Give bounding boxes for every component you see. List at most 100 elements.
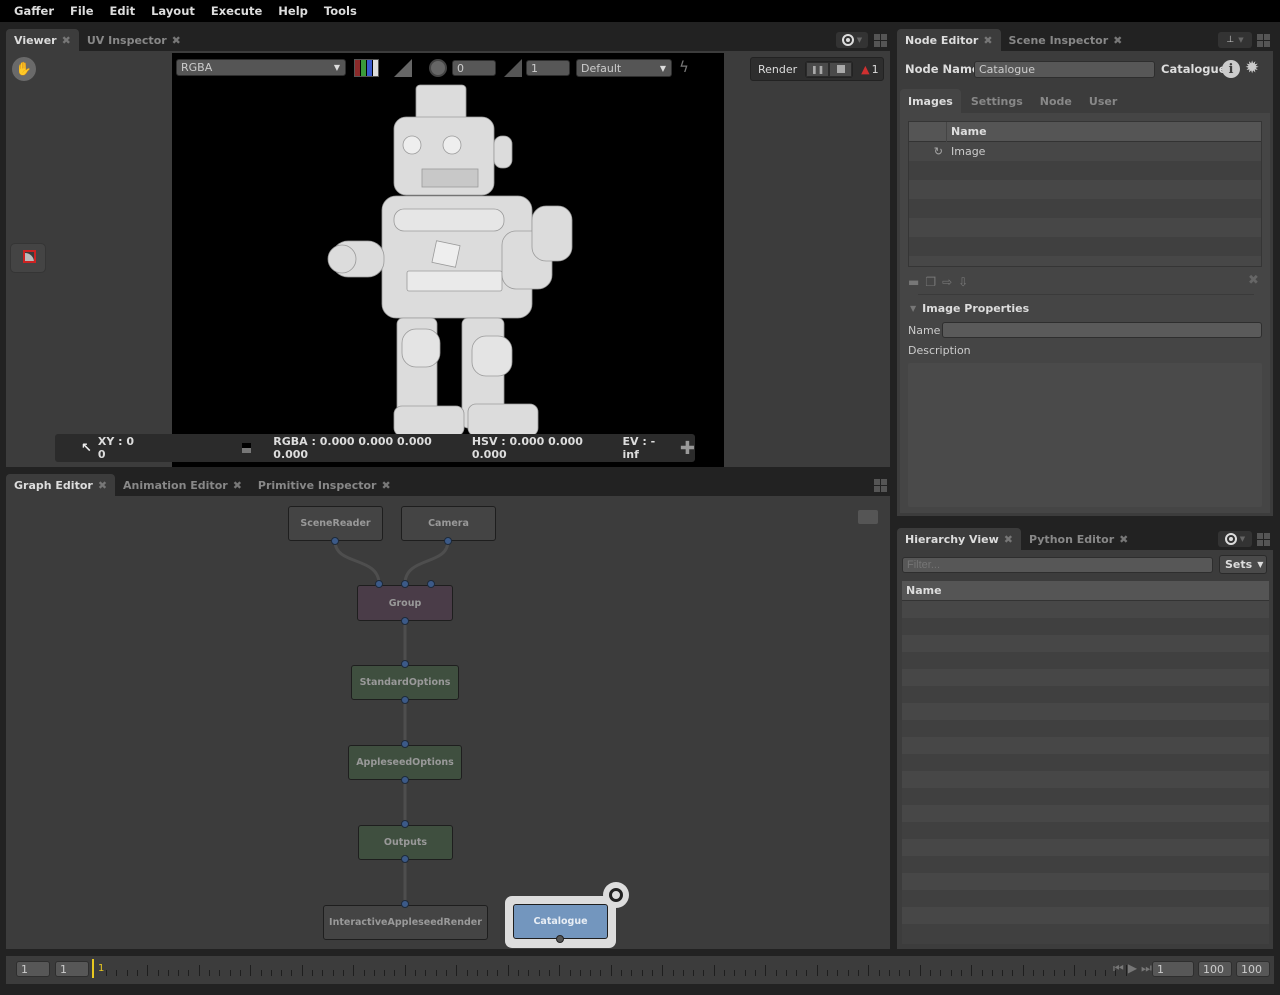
menu-file[interactable]: File — [62, 4, 102, 18]
display-transform-select[interactable]: Default ▼ — [576, 59, 672, 77]
close-icon[interactable]: ✖ — [1004, 533, 1013, 546]
plug-out[interactable] — [401, 617, 409, 625]
export-icon[interactable]: ⇨ — [942, 275, 952, 289]
node-catalogue[interactable]: Catalogue — [513, 904, 608, 939]
close-icon[interactable]: ✖ — [62, 34, 71, 47]
plug-out[interactable] — [444, 537, 452, 545]
plug-out[interactable] — [401, 696, 409, 704]
plug-out[interactable] — [556, 935, 564, 943]
info-icon[interactable]: i — [1222, 60, 1240, 78]
node-interactiveappleseedrender[interactable]: InteractiveAppleseedRender — [323, 905, 488, 940]
tab-node[interactable]: Node — [1033, 89, 1079, 113]
tab-node-editor[interactable]: Node Editor ✖ — [897, 29, 1001, 51]
filter-input[interactable] — [902, 557, 1213, 573]
node-standardoptions[interactable]: StandardOptions — [351, 665, 459, 700]
layout-grid-icon[interactable] — [874, 479, 887, 492]
tab-animation-editor[interactable]: Animation Editor ✖ — [115, 474, 250, 496]
gamma-field[interactable]: 1 — [526, 60, 570, 76]
start-frame-field[interactable]: 1 — [16, 961, 50, 977]
tab-python-editor[interactable]: Python Editor ✖ — [1021, 528, 1136, 550]
image-description-field[interactable] — [908, 363, 1262, 507]
play-icon[interactable]: ▶ — [1128, 961, 1137, 976]
layout-grid-icon[interactable] — [874, 34, 887, 47]
sets-dropdown[interactable]: Sets ▼ — [1219, 555, 1267, 574]
image-properties-header[interactable]: ▼ Image Properties — [910, 302, 1029, 315]
menu-execute[interactable]: Execute — [203, 4, 270, 18]
folder-icon[interactable]: ▬ — [908, 275, 919, 289]
gear-icon[interactable]: ✹ — [1245, 58, 1259, 78]
extract-icon[interactable]: ⇩ — [958, 275, 968, 289]
timeline-slider[interactable]: 1 — [92, 956, 1127, 984]
remove-image-icon[interactable]: ✖ — [1248, 273, 1259, 288]
close-icon[interactable]: ✖ — [1113, 34, 1122, 47]
tab-uv-inspector[interactable]: UV Inspector ✖ — [79, 29, 189, 51]
image-name-field[interactable] — [942, 322, 1262, 338]
channel-select[interactable]: RGBA ▼ — [176, 59, 346, 76]
tab-graph-editor[interactable]: Graph Editor ✖ — [6, 474, 116, 496]
plug-in[interactable] — [401, 660, 409, 668]
tab-viewer[interactable]: Viewer ✖ — [6, 29, 79, 51]
plug-out[interactable] — [331, 537, 339, 545]
pause-icon[interactable]: ❚❚ — [806, 61, 830, 77]
node-camera[interactable]: Camera — [401, 506, 496, 541]
node-editor-follow-menu[interactable]: ⊥ ▼ — [1218, 32, 1252, 48]
close-icon[interactable]: ✖ — [983, 34, 992, 47]
menu-tools[interactable]: Tools — [316, 4, 365, 18]
stop-icon[interactable] — [829, 61, 853, 77]
tab-primitive-inspector[interactable]: Primitive Inspector ✖ — [250, 474, 399, 496]
menu-layout[interactable]: Layout — [143, 4, 203, 18]
warning-icon[interactable]: ▲ — [861, 63, 869, 76]
end-frame-field[interactable]: 100 — [1236, 961, 1270, 977]
node-name-field[interactable]: Catalogue — [974, 61, 1155, 78]
layout-grid-icon[interactable] — [1257, 533, 1270, 546]
tab-hierarchy-view[interactable]: Hierarchy View ✖ — [897, 528, 1021, 550]
menu-gaffer[interactable]: Gaffer — [6, 4, 62, 18]
hand-tool-icon[interactable]: ✋ — [12, 57, 36, 81]
tab-user[interactable]: User — [1079, 89, 1127, 113]
channel-rgb-icon[interactable] — [354, 59, 379, 77]
range-end-field[interactable]: 100 — [1198, 961, 1232, 977]
viewer-camera-menu[interactable]: ▼ — [836, 32, 868, 48]
exposure-field[interactable]: 0 — [452, 60, 496, 76]
plug-out[interactable] — [401, 776, 409, 784]
node-group[interactable]: Group — [357, 585, 453, 621]
plug-in[interactable] — [427, 580, 435, 588]
plug-in[interactable] — [401, 820, 409, 828]
close-icon[interactable]: ✖ — [381, 479, 390, 492]
table-row[interactable]: ↻ Image — [909, 142, 1261, 161]
frame-field[interactable]: 1 — [1152, 961, 1194, 977]
tab-images[interactable]: Images — [900, 89, 961, 113]
layout-grid-icon[interactable] — [1257, 34, 1270, 47]
skip-to-start-icon[interactable]: ⏮ — [1113, 961, 1124, 976]
close-icon[interactable]: ✖ — [98, 479, 107, 492]
node-scenereader[interactable]: SceneReader — [288, 506, 383, 541]
hierarchy-context-menu[interactable]: ▼ — [1218, 531, 1252, 547]
menu-edit[interactable]: Edit — [102, 4, 144, 18]
close-icon[interactable]: ✖ — [1119, 533, 1128, 546]
close-icon[interactable]: ✖ — [172, 34, 181, 47]
viewport[interactable]: RGBA ▼ 0 1 Default ▼ ϟ — [172, 53, 724, 467]
plug-in[interactable] — [401, 580, 409, 588]
column-header-name[interactable]: Name — [902, 581, 1269, 601]
lightning-icon[interactable]: ϟ — [679, 58, 689, 76]
plug-in[interactable] — [401, 900, 409, 908]
hierarchy-list[interactable]: Name — [902, 581, 1269, 944]
images-table[interactable]: Name ↻ Image — [908, 121, 1262, 267]
range-start-field[interactable]: 1 — [55, 961, 89, 977]
current-frame-marker[interactable] — [92, 959, 94, 978]
clipping-icon[interactable] — [394, 59, 412, 77]
tab-scene-inspector[interactable]: Scene Inspector ✖ — [1001, 29, 1131, 51]
plus-icon[interactable]: ✚ — [680, 438, 695, 459]
graph-editor-canvas[interactable]: SceneReader Camera Group StandardOptions… — [6, 496, 890, 949]
skip-to-end-icon[interactable]: ⏭ — [1141, 961, 1152, 976]
view-target-icon[interactable] — [603, 882, 629, 908]
duplicate-icon[interactable]: ❐ — [925, 275, 936, 289]
crop-window-tool[interactable] — [10, 243, 46, 273]
plug-in[interactable] — [401, 740, 409, 748]
menu-help[interactable]: Help — [270, 4, 316, 18]
column-header-name[interactable]: Name — [947, 125, 987, 138]
plug-out[interactable] — [401, 855, 409, 863]
close-icon[interactable]: ✖ — [233, 479, 242, 492]
tab-settings[interactable]: Settings — [961, 89, 1033, 113]
plug-in[interactable] — [375, 580, 383, 588]
